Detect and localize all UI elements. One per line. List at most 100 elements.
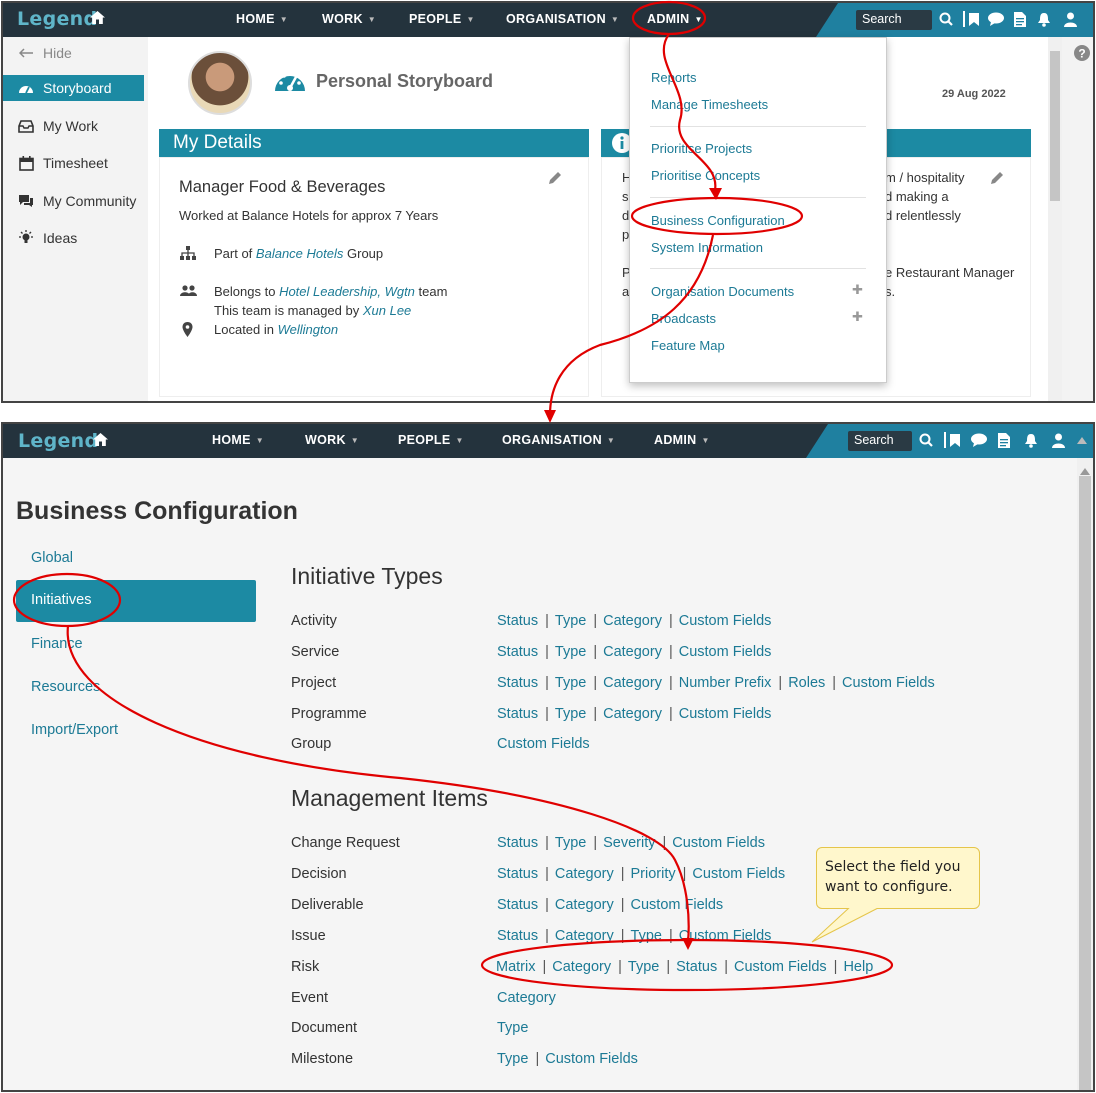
config-link-status[interactable]: Status [497,928,538,944]
menu-item-feature-map[interactable]: Feature Map [651,338,725,353]
config-link-matrix[interactable]: Matrix [496,959,535,975]
chat-icon[interactable] [988,9,1004,29]
config-link-type[interactable]: Type [555,675,586,691]
config-link-category[interactable]: Category [603,706,662,722]
nav-work[interactable]: WORK ▼ [305,424,359,458]
chat-icon[interactable] [971,430,987,450]
config-link-custom-fields[interactable]: Custom Fields [672,835,765,851]
menu-item-broadcasts[interactable]: Broadcasts [651,311,716,326]
sidebar-item-timesheet[interactable]: Timesheet [3,150,144,176]
sidebar-item-ideas[interactable]: Ideas [3,225,144,251]
config-link-custom-fields[interactable]: Custom Fields [545,1051,638,1067]
config-link-priority[interactable]: Priority [631,866,676,882]
side-nav-initiatives[interactable]: Initiatives [16,580,256,622]
menu-item-business-configuration[interactable]: Business Configuration [651,213,785,228]
config-link-help[interactable]: Help [843,959,873,975]
search-icon[interactable] [918,430,934,450]
config-link-type[interactable]: Type [555,706,586,722]
config-link-category[interactable]: Category [555,897,614,913]
menu-item-reports[interactable]: Reports [651,70,697,85]
expand-plus-icon[interactable]: ✚ [852,282,863,298]
location-link[interactable]: Wellington [278,322,338,337]
config-link-status[interactable]: Status [676,959,717,975]
search-icon[interactable] [938,9,954,29]
config-link-category[interactable]: Category [603,675,662,691]
config-link-type[interactable]: Type [628,959,659,975]
config-link-custom-fields[interactable]: Custom Fields [631,897,724,913]
config-link-status[interactable]: Status [497,644,538,660]
config-link-type[interactable]: Type [497,1020,528,1036]
nav-organisation[interactable]: ORGANISATION ▼ [506,3,619,37]
search-input[interactable]: Search [848,431,912,451]
legend-logo[interactable]: Legend [17,8,97,30]
legend-logo[interactable]: Legend [18,430,98,452]
sidebar-hide[interactable]: Hide [3,40,144,66]
team-link[interactable]: Hotel Leadership, Wgtn [279,284,415,299]
nav-admin[interactable]: ADMIN ▼ [654,424,710,458]
config-link-custom-fields[interactable]: Custom Fields [679,644,772,660]
config-link-custom-fields[interactable]: Custom Fields [679,706,772,722]
config-link-category[interactable]: Category [552,959,611,975]
config-link-category[interactable]: Category [497,990,556,1006]
side-nav-resources[interactable]: Resources [31,679,100,695]
nav-admin[interactable]: ADMIN ▼ [647,3,703,37]
caret-up-icon[interactable] [1074,430,1090,450]
config-link-custom-fields[interactable]: Custom Fields [679,928,772,944]
home-icon[interactable] [89,9,106,30]
user-icon[interactable] [1062,9,1078,29]
config-link-status[interactable]: Status [497,897,538,913]
menu-item-organisation-documents[interactable]: Organisation Documents [651,284,794,299]
config-link-type[interactable]: Type [497,1051,528,1067]
config-link-type[interactable]: Type [631,928,662,944]
config-link-severity[interactable]: Severity [603,835,655,851]
config-link-type[interactable]: Type [555,835,586,851]
config-link-custom-fields[interactable]: Custom Fields [679,613,772,629]
menu-item-prioritise-concepts[interactable]: Prioritise Concepts [651,168,760,183]
menu-item-prioritise-projects[interactable]: Prioritise Projects [651,141,752,156]
sidebar-item-my-work[interactable]: My Work [3,113,144,139]
config-link-category[interactable]: Category [555,928,614,944]
scrollbar-thumb[interactable] [1079,476,1091,1090]
nav-work[interactable]: WORK ▼ [322,3,376,37]
manager-link[interactable]: Xun Lee [363,303,411,318]
config-link-number-prefix[interactable]: Number Prefix [679,675,772,691]
help-icon[interactable]: ? [1074,45,1090,66]
home-icon[interactable] [92,431,109,452]
config-link-status[interactable]: Status [497,675,538,691]
menu-item-system-information[interactable]: System Information [651,240,763,255]
user-icon[interactable] [1050,430,1066,450]
config-link-category[interactable]: Category [603,644,662,660]
side-nav-global[interactable]: Global [31,550,73,566]
bell-icon[interactable] [1036,9,1052,29]
search-input[interactable]: Search [856,10,932,30]
config-link-custom-fields[interactable]: Custom Fields [497,736,590,752]
config-link-status[interactable]: Status [497,706,538,722]
sidebar-item-storyboard[interactable]: Storyboard [3,75,144,101]
config-link-category[interactable]: Category [555,866,614,882]
nav-home[interactable]: HOME ▼ [212,424,264,458]
pencil-icon[interactable] [548,170,563,190]
config-link-custom-fields[interactable]: Custom Fields [734,959,827,975]
config-link-status[interactable]: Status [497,835,538,851]
bell-icon[interactable] [1023,430,1039,450]
config-link-category[interactable]: Category [603,613,662,629]
scrollbar-thumb[interactable] [1050,51,1060,201]
nav-people[interactable]: PEOPLE ▼ [409,3,475,37]
sidebar-item-my-community[interactable]: My Community [3,188,144,214]
scrollbar[interactable] [1077,458,1093,1090]
side-nav-finance[interactable]: Finance [31,636,83,652]
config-link-type[interactable]: Type [555,613,586,629]
config-link-status[interactable]: Status [497,866,538,882]
nav-organisation[interactable]: ORGANISATION ▼ [502,424,615,458]
config-link-status[interactable]: Status [497,613,538,629]
group-link[interactable]: Balance Hotels [256,246,343,261]
scrollbar[interactable] [1048,37,1062,401]
nav-home[interactable]: HOME ▼ [236,3,288,37]
bookmark-icon[interactable] [947,430,963,450]
document-icon[interactable] [996,430,1012,450]
pencil-icon[interactable] [990,170,1005,190]
menu-item-manage-timesheets[interactable]: Manage Timesheets [651,97,768,112]
bookmark-icon[interactable] [966,9,982,29]
config-link-custom-fields[interactable]: Custom Fields [842,675,935,691]
document-icon[interactable] [1012,9,1028,29]
